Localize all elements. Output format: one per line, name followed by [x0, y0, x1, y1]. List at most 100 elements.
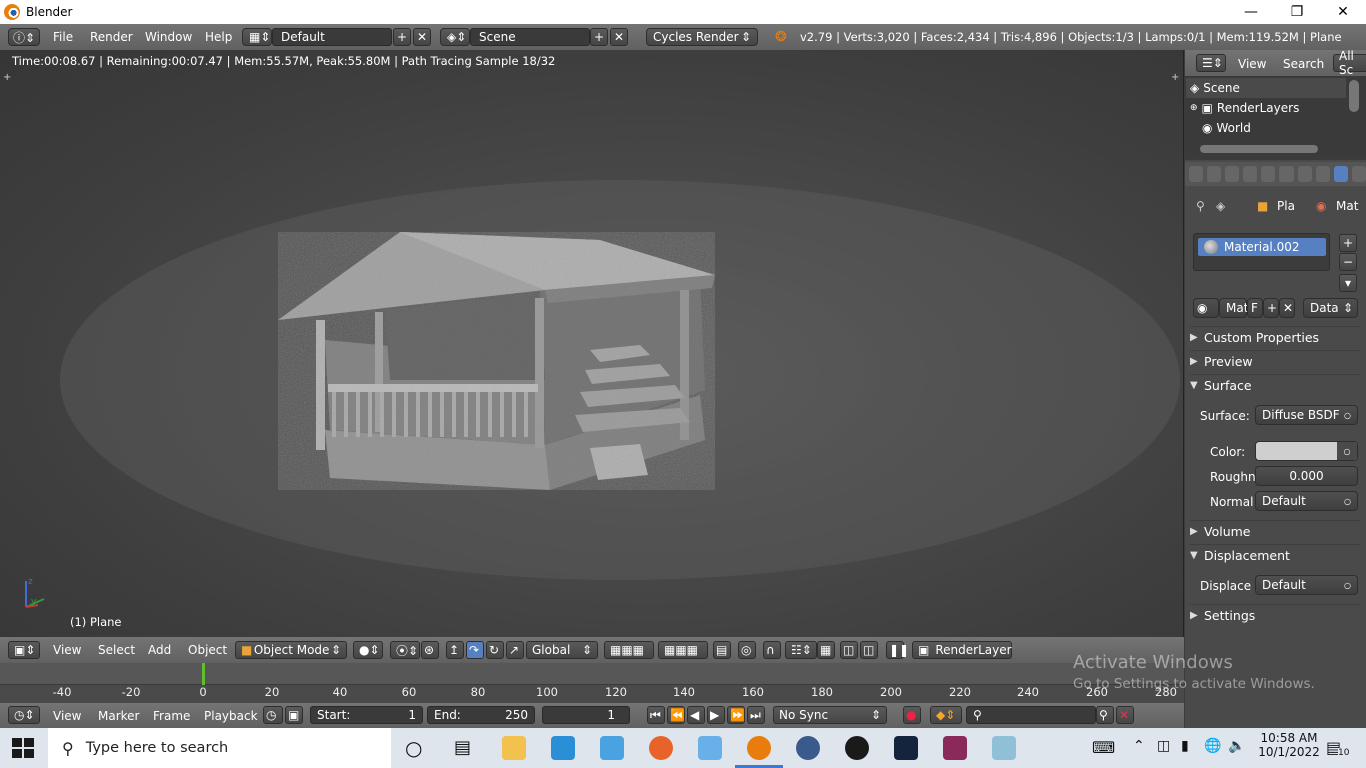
menu-marker[interactable]: Marker [98, 709, 139, 723]
lock-icon[interactable]: ▣ [285, 706, 303, 724]
menu-view[interactable]: View [53, 709, 81, 723]
socket-icon[interactable]: ○ [1337, 442, 1357, 460]
next-keyframe-icon[interactable]: ⏩ [727, 706, 745, 724]
network-icon[interactable]: 🌐 [1204, 738, 1221, 754]
outliner-item-scene[interactable]: ◈ Scene [1186, 78, 1346, 98]
add-layout-button[interactable]: + [393, 28, 411, 46]
displace-field[interactable]: Default ○ [1255, 575, 1358, 595]
normal-field[interactable]: Default ○ [1255, 491, 1358, 511]
outliner-display-filter[interactable]: All Sc [1333, 49, 1366, 77]
scene-icon[interactable]: ◈⇕ [440, 28, 470, 46]
material-slot-list[interactable]: Material.002 [1193, 233, 1330, 271]
rotate-manipulator-icon[interactable]: ↷ [466, 641, 484, 659]
jump-end-icon[interactable]: ⏭ [747, 706, 765, 724]
close-button[interactable]: ✕ [1320, 0, 1366, 24]
editor-type-info-icon[interactable]: ⓘ⇕ [8, 28, 40, 46]
panel-surface[interactable]: ▼ Surface [1190, 374, 1360, 396]
play-icon[interactable]: ▶ [707, 706, 725, 724]
translate-manipulator-icon[interactable]: ↥ [446, 641, 464, 659]
dolphin-app-icon[interactable] [551, 736, 575, 760]
screen-layout-icon[interactable]: ▦⇕ [242, 28, 272, 46]
menu-object[interactable]: Object [188, 643, 227, 657]
add-scene-button[interactable]: + [590, 28, 608, 46]
panel-settings[interactable]: ▶ Settings [1190, 604, 1360, 626]
scale-manipulator-icon[interactable]: ↗ [506, 641, 524, 659]
timeline-track[interactable] [0, 663, 1184, 685]
material-browse-icon[interactable]: ◉ [1193, 298, 1219, 318]
app-icon[interactable] [698, 736, 722, 760]
panel-custom-properties[interactable]: ▶ Custom Properties [1190, 326, 1360, 348]
winrar-icon[interactable] [943, 736, 967, 760]
play-reverse-icon[interactable]: ◀ [687, 706, 705, 724]
menu-search[interactable]: Search [1283, 57, 1324, 71]
remove-scene-button[interactable]: ✕ [610, 28, 628, 46]
screen-layout-field[interactable]: Default [272, 28, 392, 46]
roughness-slider[interactable]: 0.000 [1255, 466, 1358, 486]
pin-icon[interactable]: ⚲ [1196, 199, 1205, 213]
opengl-render-icon[interactable]: ◫ [840, 641, 858, 659]
blender-taskbar-icon[interactable] [747, 736, 771, 760]
paint-app-icon[interactable] [992, 736, 1016, 760]
prev-keyframe-icon[interactable]: ⏪ [667, 706, 685, 724]
add-slot-button[interactable]: + [1339, 234, 1357, 252]
start-frame-field[interactable]: Start: 1 [310, 706, 423, 724]
menu-frame[interactable]: Frame [153, 709, 190, 723]
firefox-icon[interactable] [649, 736, 673, 760]
remove-slot-button[interactable]: − [1339, 253, 1357, 271]
mode-dropdown[interactable]: ■ Object Mode ⇕ [235, 641, 347, 659]
editor-type-3d-icon[interactable]: ▣⇕ [8, 641, 40, 659]
layer-lock-icon[interactable]: ▤ [713, 641, 731, 659]
taskbar-clock[interactable]: 10:58 AM 10/1/2022 [1254, 731, 1324, 759]
unlink-material-button[interactable]: ✕ [1279, 298, 1295, 318]
layers-grid-2[interactable]: ▦▦▦ [658, 641, 708, 659]
new-material-button[interactable]: + [1263, 298, 1279, 318]
delete-keyframe-icon[interactable]: ✕ [1116, 706, 1134, 724]
remove-layout-button[interactable]: ✕ [413, 28, 431, 46]
constraints-tab-icon[interactable] [1279, 166, 1294, 182]
davinci-icon[interactable] [796, 736, 820, 760]
scene-field[interactable]: Scene [470, 28, 590, 46]
jump-start-icon[interactable]: ⏮ [647, 706, 665, 724]
pivot-point-icon[interactable]: ⦿⇕ [390, 641, 420, 659]
volume-icon[interactable]: 🔈 [1228, 738, 1245, 754]
editor-type-outliner-icon[interactable]: ☰⇕ [1196, 54, 1226, 72]
cortana-icon[interactable]: ○ [405, 736, 422, 760]
snap-element-icon[interactable]: ☷⇕ [785, 641, 817, 659]
menu-window[interactable]: Window [136, 30, 201, 44]
expand-icon[interactable]: ⊕ [1190, 103, 1198, 113]
playhead[interactable] [202, 663, 205, 685]
active-keying-set-field[interactable]: ⚲ [966, 706, 1096, 724]
pause-render-icon[interactable]: ❚❚ [886, 641, 909, 659]
render-layers-tab-icon[interactable] [1207, 166, 1222, 182]
data-tab-icon[interactable] [1315, 166, 1330, 182]
keying-set-icon[interactable]: ◆⇕ [930, 706, 962, 724]
epic-games-icon[interactable] [894, 736, 918, 760]
material-name-field[interactable]: Mat [1219, 298, 1248, 318]
material-breadcrumb[interactable]: Mat [1336, 199, 1358, 213]
falloff-icon[interactable]: ∩ [763, 641, 781, 659]
unreal-engine-icon[interactable] [845, 736, 869, 760]
object-breadcrumb[interactable]: Pla [1277, 199, 1295, 213]
menu-add[interactable]: Add [148, 643, 171, 657]
menu-playback[interactable]: Playback [204, 709, 258, 723]
slot-specials-icon[interactable]: ▾ [1339, 274, 1357, 292]
render-layer-field[interactable]: ▣ RenderLayer [912, 641, 1012, 659]
outliner-hscrollbar[interactable] [1200, 145, 1318, 153]
modifiers-tab-icon[interactable] [1297, 166, 1312, 182]
texture-tab-icon[interactable] [1351, 166, 1366, 182]
keyboard-icon[interactable]: ⌨ [1092, 738, 1115, 757]
timeline[interactable]: -40 -20 0 20 40 60 80 100 120 140 160 18… [0, 663, 1184, 703]
material-tab-icon[interactable] [1333, 166, 1348, 182]
menu-file[interactable]: File [44, 30, 82, 44]
opengl-anim-icon[interactable]: ◫ [860, 641, 878, 659]
viewport-shading-icon[interactable]: ●⇕ [353, 641, 383, 659]
link-dropdown[interactable]: Data ⇕ [1303, 298, 1358, 318]
world-tab-icon[interactable] [1243, 166, 1258, 182]
record-icon[interactable]: ● [903, 706, 921, 724]
sync-dropdown[interactable]: No Sync ⇕ [773, 706, 887, 724]
panel-volume[interactable]: ▶ Volume [1190, 520, 1360, 542]
panel-displacement[interactable]: ▼ Displacement [1190, 544, 1360, 566]
panel-preview[interactable]: ▶ Preview [1190, 350, 1360, 372]
color-swatch[interactable]: ○ [1255, 441, 1358, 461]
taskbar-search-box[interactable]: ⚲ Type here to search [48, 728, 391, 768]
